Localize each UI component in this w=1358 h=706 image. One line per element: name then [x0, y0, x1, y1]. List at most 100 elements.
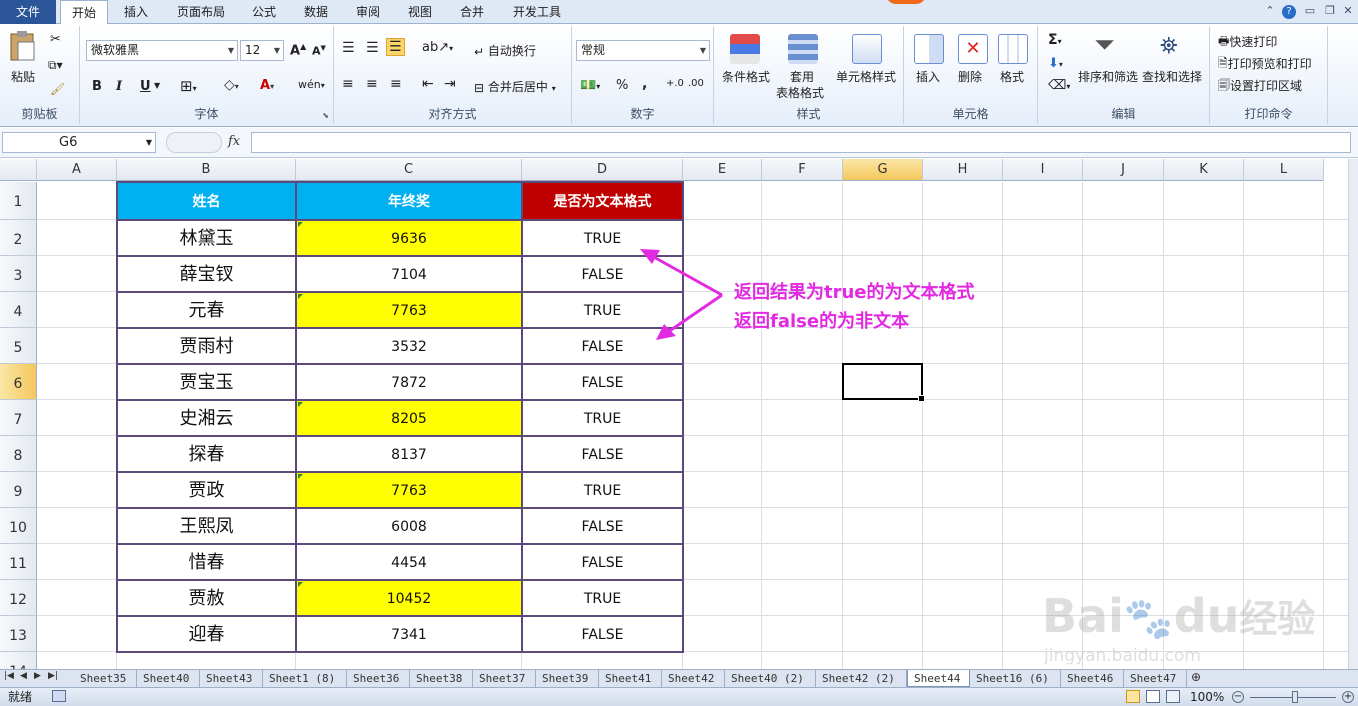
- column-header-a[interactable]: A: [37, 159, 117, 181]
- table-cell-name[interactable]: 迎春: [117, 616, 296, 652]
- decrease-decimal-icon[interactable]: .00: [688, 78, 704, 89]
- row-header-12[interactable]: 12: [0, 580, 37, 616]
- tab-merge[interactable]: 合并: [450, 0, 494, 24]
- currency-icon[interactable]: 💵▾: [580, 78, 600, 93]
- column-header-c[interactable]: C: [296, 159, 522, 181]
- font-dialog-launcher-icon[interactable]: ⬊: [322, 111, 329, 120]
- table-cell-bonus[interactable]: 3532: [296, 328, 522, 364]
- table-header-cell[interactable]: 年终奖: [296, 182, 522, 220]
- table-cell-name[interactable]: 贾政: [117, 472, 296, 508]
- fill-icon[interactable]: ⬇▾: [1048, 56, 1063, 71]
- row-header-7[interactable]: 7: [0, 400, 37, 436]
- sheet-tab[interactable]: Sheet39: [536, 670, 599, 687]
- normal-view-icon[interactable]: [1126, 690, 1140, 703]
- column-header-l[interactable]: L: [1244, 159, 1324, 181]
- phonetic-icon[interactable]: wén▾: [298, 78, 325, 91]
- borders-icon[interactable]: ⊞▾: [180, 77, 197, 95]
- row-header-1[interactable]: 1: [0, 182, 37, 220]
- window-restore-icon[interactable]: ❐: [1322, 3, 1338, 19]
- row-header-13[interactable]: 13: [0, 616, 37, 652]
- column-header-e[interactable]: E: [683, 159, 762, 181]
- formula-bar-splitter[interactable]: [166, 132, 222, 153]
- table-cell-name[interactable]: 贾雨村: [117, 328, 296, 364]
- next-sheet-icon[interactable]: ▶: [34, 671, 41, 681]
- increase-decimal-icon[interactable]: +.0: [666, 78, 684, 89]
- quick-print-button[interactable]: 🖶快速打印: [1218, 32, 1277, 53]
- table-cell-is_text[interactable]: FALSE: [522, 616, 683, 652]
- grow-font-icon[interactable]: A▲: [290, 42, 306, 58]
- table-cell-bonus[interactable]: 8137: [296, 436, 522, 472]
- insert-function-button[interactable]: fx: [228, 134, 240, 149]
- cut-icon[interactable]: ✂: [50, 32, 61, 47]
- align-center-icon[interactable]: ≡: [366, 76, 378, 92]
- sheet-tab[interactable]: Sheet16 (6): [970, 670, 1061, 687]
- last-sheet-icon[interactable]: ▶|: [48, 671, 58, 681]
- row-header-10[interactable]: 10: [0, 508, 37, 544]
- table-header-cell[interactable]: 姓名: [117, 182, 296, 220]
- font-size-combo[interactable]: 12 ▼: [240, 40, 284, 61]
- format-cells-label[interactable]: 格式: [1000, 68, 1024, 85]
- column-header-g[interactable]: G: [843, 159, 923, 181]
- tab-formulas[interactable]: 公式: [242, 0, 286, 24]
- format-as-table-label1[interactable]: 套用: [790, 68, 814, 85]
- table-cell-bonus[interactable]: 4454: [296, 544, 522, 580]
- row-header-8[interactable]: 8: [0, 436, 37, 472]
- insert-sheet-icon[interactable]: ⊕: [1191, 670, 1201, 684]
- column-header-k[interactable]: K: [1164, 159, 1244, 181]
- table-cell-bonus[interactable]: 10452: [296, 580, 522, 616]
- table-cell-name[interactable]: 贾宝玉: [117, 364, 296, 400]
- table-cell-bonus[interactable]: 8205: [296, 400, 522, 436]
- set-print-area-button[interactable]: 🗐设置打印区域: [1218, 76, 1302, 97]
- number-format-combo[interactable]: 常规 ▼: [576, 40, 710, 61]
- format-cells-icon[interactable]: [998, 34, 1028, 64]
- row-header-11[interactable]: 11: [0, 544, 37, 580]
- column-header-h[interactable]: H: [923, 159, 1003, 181]
- table-cell-name[interactable]: 薛宝钗: [117, 256, 296, 292]
- decrease-indent-icon[interactable]: ⇤: [422, 76, 434, 92]
- delete-cells-label[interactable]: 删除: [958, 68, 982, 85]
- percent-button[interactable]: %: [616, 78, 628, 93]
- table-cell-bonus[interactable]: 9636: [296, 220, 522, 256]
- minimize-ribbon-icon[interactable]: ⌃: [1262, 3, 1278, 19]
- table-cell-bonus[interactable]: 7872: [296, 364, 522, 400]
- insert-cells-label[interactable]: 插入: [916, 68, 940, 85]
- align-bottom-icon[interactable]: ☰: [386, 38, 405, 56]
- table-cell-name[interactable]: 惜春: [117, 544, 296, 580]
- sheet-tab[interactable]: Sheet35: [74, 670, 137, 687]
- row-header-9[interactable]: 9: [0, 472, 37, 508]
- window-close-icon[interactable]: ✕: [1340, 3, 1356, 19]
- table-cell-bonus[interactable]: 7341: [296, 616, 522, 652]
- vertical-scrollbar[interactable]: [1348, 159, 1358, 669]
- selected-cell[interactable]: [842, 363, 925, 402]
- help-icon[interactable]: ?: [1282, 5, 1296, 19]
- format-as-table-icon[interactable]: [788, 34, 818, 64]
- sort-filter-label[interactable]: 排序和筛选: [1078, 68, 1138, 85]
- table-cell-bonus[interactable]: 7763: [296, 472, 522, 508]
- formula-input[interactable]: [251, 132, 1351, 153]
- conditional-format-icon[interactable]: [730, 34, 760, 64]
- window-minimize-icon[interactable]: ▭: [1302, 3, 1318, 19]
- autosum-button[interactable]: Σ▾: [1048, 32, 1062, 48]
- macro-record-icon[interactable]: [52, 690, 66, 702]
- table-cell-name[interactable]: 元春: [117, 292, 296, 328]
- column-header-d[interactable]: D: [522, 159, 683, 181]
- align-right-icon[interactable]: ≡: [390, 76, 402, 92]
- underline-button[interactable]: U: [140, 79, 151, 94]
- paste-label[interactable]: 粘贴: [11, 68, 35, 85]
- tab-data[interactable]: 数据: [294, 0, 338, 24]
- sheet-tab[interactable]: Sheet42: [662, 670, 725, 687]
- font-name-combo[interactable]: 微软雅黑 ▼: [86, 40, 238, 61]
- paste-button[interactable]: [8, 30, 38, 65]
- tab-page-layout[interactable]: 页面布局: [168, 0, 234, 24]
- table-cell-is_text[interactable]: FALSE: [522, 508, 683, 544]
- sheet-tab[interactable]: Sheet41: [599, 670, 662, 687]
- comma-button[interactable]: ,: [642, 76, 647, 92]
- delete-cells-icon[interactable]: ✕: [958, 34, 988, 64]
- tab-file[interactable]: 文件: [0, 0, 56, 24]
- table-cell-is_text[interactable]: TRUE: [522, 472, 683, 508]
- page-layout-view-icon[interactable]: [1146, 690, 1160, 703]
- sheet-tab[interactable]: Sheet40 (2): [725, 670, 816, 687]
- sheet-tab[interactable]: Sheet36: [347, 670, 410, 687]
- tab-home[interactable]: 开始: [60, 0, 108, 25]
- sheet-tab[interactable]: Sheet43: [200, 670, 263, 687]
